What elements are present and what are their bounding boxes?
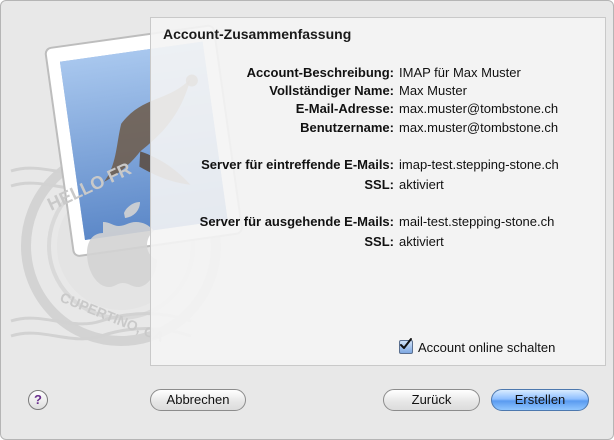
summary-panel: Account-Zusammenfassung Account-Beschrei… bbox=[150, 17, 606, 366]
summary-value: max.muster@tombstone.ch bbox=[399, 120, 559, 135]
summary-value: Max Muster bbox=[399, 83, 467, 98]
summary-label: Vollständiger Name: bbox=[269, 83, 394, 98]
summary-row: Benutzername: max.muster@tombstone.ch bbox=[151, 119, 607, 137]
summary-label: Server für ausgehende E-Mails: bbox=[199, 214, 394, 229]
summary-row: Vollständiger Name: Max Muster bbox=[151, 82, 607, 100]
summary-value: mail-test.stepping-stone.ch bbox=[399, 214, 555, 229]
summary-value: max.muster@tombstone.ch bbox=[399, 101, 559, 116]
panel-title: Account-Zusammenfassung bbox=[163, 26, 352, 42]
summary-row: SSL: aktiviert bbox=[151, 176, 607, 194]
cancel-button[interactable]: Abbrechen bbox=[150, 389, 246, 411]
summary-label: E-Mail-Adresse: bbox=[295, 101, 394, 116]
summary-label: SSL: bbox=[364, 177, 394, 192]
create-button[interactable]: Erstellen bbox=[491, 389, 589, 411]
summary-row: SSL: aktiviert bbox=[151, 233, 607, 251]
account-online-option[interactable]: Account online schalten bbox=[399, 338, 556, 355]
summary-row: Server für ausgehende E-Mails: mail-test… bbox=[151, 213, 607, 231]
summary-value: aktiviert bbox=[399, 234, 444, 249]
summary-label: SSL: bbox=[364, 234, 394, 249]
checkmark-icon bbox=[400, 338, 412, 349]
summary-label: Server für eintreffende E-Mails: bbox=[201, 157, 394, 172]
summary-value: IMAP für Max Muster bbox=[399, 65, 521, 80]
summary-value: imap-test.stepping-stone.ch bbox=[399, 157, 559, 172]
summary-row: Server für eintreffende E-Mails: imap-te… bbox=[151, 156, 607, 174]
help-button[interactable]: ? bbox=[28, 390, 48, 410]
summary-label: Account-Beschreibung: bbox=[246, 65, 394, 80]
summary-value: aktiviert bbox=[399, 177, 444, 192]
account-online-checkbox[interactable] bbox=[399, 338, 413, 354]
summary-label: Benutzername: bbox=[300, 120, 394, 135]
summary-row: E-Mail-Adresse: max.muster@tombstone.ch bbox=[151, 100, 607, 118]
account-setup-window: HELLO FR CUPERTINO, CA Account-Zusammenf… bbox=[0, 0, 614, 440]
summary-row: Account-Beschreibung: IMAP für Max Muste… bbox=[151, 64, 607, 82]
back-button[interactable]: Zurück bbox=[383, 389, 480, 411]
account-online-label: Account online schalten bbox=[418, 339, 556, 355]
